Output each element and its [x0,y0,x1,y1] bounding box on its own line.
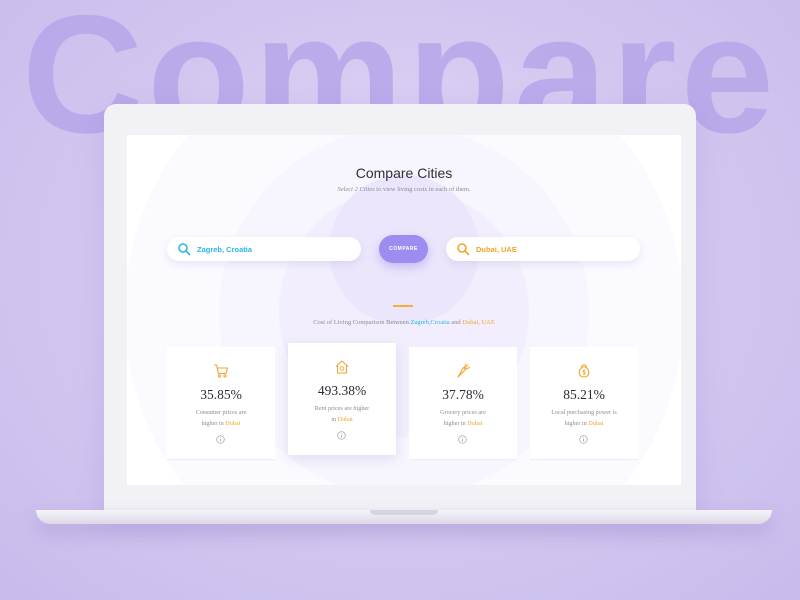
stat-desc-line2: higher in [443,420,466,427]
stat-city: Dubai [467,420,483,427]
search-icon [178,243,191,256]
stat-city: Dubai [337,416,353,423]
stat-description: Consumer prices are higher in Dubai [171,407,271,429]
app-screen: Compare Cities Select 2 Cities to view l… [127,135,681,485]
stat-percent: 493.38% [317,383,367,398]
compare-button[interactable]: COMPARE [379,235,428,263]
stat-desc-line1: Grocery prices are [440,409,486,416]
page-subtitle: Select 2 Cities to view living costs in … [127,186,681,193]
laptop-frame: Compare Cities Select 2 Cities to view l… [104,104,696,512]
comparison-heading: Cost of Living Comparison Between Zagreb… [127,319,681,326]
stat-desc-line1: Local purchasing power is [551,409,617,416]
money-bag-icon [578,364,590,378]
stat-percent: 35.85% [200,387,242,402]
stat-desc-line2: higher in [201,420,224,427]
comparison-city-b[interactable]: Dubai, UAE [462,319,495,326]
city-a-value[interactable]: Zagreb, Croatia [197,245,252,254]
stat-description: Rent prices are higher in Dubai [292,403,392,425]
stat-desc-line2: in [331,416,337,423]
city-b-value[interactable]: Dubai, UAE [476,245,517,254]
section-divider [393,305,413,307]
stat-city: Dubai [225,420,241,427]
search-icon [457,243,470,256]
comparison-prefix: Cost of Living Comparison Between [313,319,409,326]
subtitle-text: to view living costs in each of them. [376,186,471,193]
house-icon [335,360,349,374]
stat-percent: 37.78% [442,387,484,402]
city-b-search-field[interactable]: Dubai, UAE [446,237,640,261]
stat-card-grocery: 37.78% Grocery prices are higher in Duba… [409,347,517,459]
cart-icon [214,364,229,378]
info-icon[interactable] [216,435,225,444]
info-icon[interactable] [458,435,467,444]
carrot-icon [457,363,470,378]
subtitle-emphasis: Select 2 Cities [337,186,375,193]
stat-desc-line1: Rent prices are higher [314,405,370,412]
city-a-search-field[interactable]: Zagreb, Croatia [167,237,361,261]
info-icon[interactable] [337,431,346,440]
stat-card-purchasing-power: 85.21% Local purchasing power is higher … [530,347,638,459]
laptop-notch [370,510,438,515]
stat-desc-line1: Consumer prices are [195,409,247,416]
page-title: Compare Cities [355,165,453,181]
stat-desc-line2: higher in [564,420,587,427]
stat-card-consumer: 35.85% Consumer prices are higher in Dub… [167,347,275,459]
stat-description: Grocery prices are higher in Dubai [413,407,513,429]
stat-cards: 35.85% Consumer prices are higher in Dub… [167,343,643,461]
comparison-city-a[interactable]: Zagreb,Croatia [411,319,450,326]
laptop-base [36,510,772,524]
stat-percent: 85.21% [563,387,605,402]
stat-card-rent: 493.38% Rent prices are higher in Dubai [288,343,396,455]
comparison-and: and [451,319,461,326]
info-icon[interactable] [579,435,588,444]
stat-description: Local purchasing power is higher in Duba… [534,407,634,429]
stat-city: Dubai [588,420,604,427]
